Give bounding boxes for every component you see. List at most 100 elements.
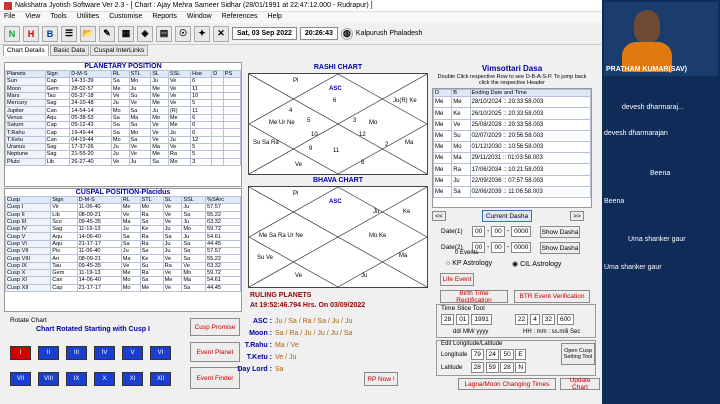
table-row[interactable]: Cusp IV Sag 11-19-13 Ju Ke Ju Mo 59.72 (4, 225, 242, 234)
slice-second[interactable]: 32 (541, 314, 555, 325)
tab-cuspal-interlinks[interactable]: Cuspal InterLinks (90, 45, 149, 56)
lagna-moon-button[interactable]: Lagna/Moon Changing Times (458, 378, 556, 390)
table-row[interactable]: Jupiter Can 14-54-14 Mo Sa Ju (R) 11 (5, 106, 242, 115)
table-row[interactable]: Mercury Sag 24-10-48 Ju Ve Me Ve 5 (5, 99, 242, 108)
slice-day[interactable]: 28 (441, 314, 455, 325)
rotate-cusp-button[interactable]: VII (10, 372, 31, 386)
participant-3[interactable]: Beena (650, 170, 670, 177)
btr-verification-button[interactable]: BTR Event Verification (514, 290, 590, 303)
table-row[interactable]: Cusp I Vir 11-06-40 Me Mo Ve Ju 57.57 (4, 203, 242, 212)
palette-icon[interactable]: ◈ (137, 25, 153, 42)
column-header[interactable]: Sign (44, 69, 71, 79)
menu-item[interactable]: Help (268, 13, 282, 22)
column-header[interactable]: RL (120, 195, 141, 205)
table-row[interactable]: Cusp IX Tau 09-45-35 Ve Su Ra Ve 63.32 (4, 261, 242, 270)
table-row[interactable]: Saturn Cap 05-12-43 Sa Su Ve Me 6 (5, 121, 242, 130)
slice-year[interactable]: 1991 (471, 314, 492, 325)
slice-minute[interactable]: 4 (530, 314, 540, 325)
dasa-row[interactable]: Me Su 02/07/2029 :: 20:56:58.003 (432, 129, 592, 143)
list-icon[interactable]: ☰ (61, 25, 77, 42)
column-header[interactable]: SSL (167, 69, 192, 79)
tab-basic-data[interactable]: Basic Data (49, 45, 90, 56)
dasa-row[interactable]: Me Ra 17/06/2034 :: 10:21:58.003 (432, 163, 592, 176)
dasa-row[interactable]: Me Mo 01/12/2030 :: 10:56:58.003 (432, 141, 592, 154)
update-chart-button[interactable]: Update Chart (560, 377, 600, 391)
dasa-row[interactable]: Me Ve 25/08/2028 :: 20:33:58.003 (432, 118, 592, 131)
column-header[interactable]: D (432, 88, 453, 98)
rp-now-button[interactable]: RP Now ! (364, 372, 398, 386)
column-header[interactable]: PS (222, 69, 242, 79)
close-chart-icon[interactable]: ✕ (213, 25, 229, 42)
edit-icon[interactable]: ✎ (99, 25, 115, 42)
horoscope-icon[interactable]: H (23, 25, 39, 42)
column-header[interactable]: Ending Date and Time (469, 88, 592, 98)
life-event-button[interactable]: Life Event (440, 273, 474, 286)
table-row[interactable]: T.Rahu Cap 19-49-44 Sa Mo Ve Ju 6 (5, 128, 242, 137)
menu-item[interactable]: Window (187, 13, 212, 22)
show-dasha-button-1[interactable]: Show Dasha (540, 226, 580, 238)
table-row[interactable]: Uranus Sag 17-37-26 Ju Ve Ma Ve 5 (5, 142, 242, 152)
current-dasha-button[interactable]: Current Dasha (482, 210, 532, 222)
participant-6[interactable]: Uma shanker gaur (604, 264, 662, 271)
menu-item[interactable]: File (4, 13, 15, 22)
lon-sec[interactable]: 50 (500, 349, 514, 360)
table-row[interactable]: Cusp V Aqu 14-06-40 Sa Ra Sa Ju 54.61 (4, 232, 242, 241)
column-header[interactable]: RL (110, 69, 130, 79)
date1-day[interactable]: 00 (472, 226, 486, 237)
grid-icon[interactable]: ▦ (118, 25, 134, 42)
rotate-cusp-button[interactable]: IX (66, 372, 87, 386)
table-row[interactable]: Mars Tau 05-37-18 Ve Su Me Ve 10 (5, 91, 242, 101)
menu-item[interactable]: Customise (109, 13, 142, 22)
rotate-cusp-button[interactable]: III (66, 346, 87, 360)
column-header[interactable]: D (211, 69, 224, 79)
menu-item[interactable]: Tools (50, 13, 66, 22)
kp-astrology-option[interactable]: ○ KP Astrology (446, 260, 492, 267)
transit-icon[interactable]: ☉ (175, 25, 191, 42)
table-row[interactable]: T.Ketu Can 04-19-44 Mo Sa Ve Ju 12 (5, 135, 242, 144)
column-header[interactable]: B (451, 88, 471, 98)
table-row[interactable]: Moon Gem 28-02-57 Me Ju Me Ve 11 (5, 84, 242, 93)
participant-5[interactable]: Uma shanker gaur (628, 236, 686, 243)
participant-2[interactable]: devesh dharmarajan (604, 130, 668, 137)
date1-year[interactable]: 0000 (510, 226, 532, 237)
cil-astrology-option[interactable]: ◉ CIL Astrology (512, 260, 561, 268)
lat-sec[interactable]: 28 (500, 362, 514, 373)
table-row[interactable]: Cusp X Gem 11-19-13 Me Ra Ve Mo 59.72 (4, 268, 242, 278)
dasa-row[interactable]: Me Ju 22/09/2036 :: 07:57:58.003 (432, 174, 592, 187)
column-header[interactable]: D-M-S (76, 195, 122, 205)
host-video-tile[interactable] (604, 2, 718, 76)
column-header[interactable]: %SArc (204, 195, 242, 205)
table-row[interactable]: Cusp VII Pis 11-06-40 Ju Sa Ju Sa 57.57 (4, 247, 242, 256)
table-row[interactable]: Cusp XI Can 14-06-40 Mo Sa Me Ma 54.61 (4, 276, 242, 285)
stats-icon[interactable]: ▤ (156, 25, 172, 42)
lat-min[interactable]: 59 (485, 362, 499, 373)
column-header[interactable]: SL (162, 195, 183, 205)
table-row[interactable]: Cusp XII Cap 21-17-17 Mo Me Ve Sa 44.45 (4, 283, 242, 292)
rotate-cusp-button[interactable]: XII (150, 372, 171, 386)
new-chart-icon[interactable]: N (4, 25, 20, 42)
column-header[interactable]: SL (150, 69, 169, 79)
menu-item[interactable]: View (25, 13, 40, 22)
column-header[interactable]: STL (139, 195, 164, 205)
lon-deg[interactable]: 79 (470, 349, 484, 360)
current-time[interactable]: 20:26:43 (299, 27, 338, 40)
menu-item[interactable]: Reports (152, 13, 177, 22)
rotate-cusp-button[interactable]: IV (94, 346, 115, 360)
rotate-cusp-button[interactable]: X (94, 372, 115, 386)
current-date[interactable]: Sat, 03 Sep 2022 (232, 27, 297, 40)
bhava-chart[interactable]: ASC Pl Ju Ke Me Sa Ra Ur Ne Mo Ke Su Ve Ma Ve Ju (248, 186, 428, 288)
table-row[interactable]: Cusp VIII Ari 08-09-21 Ma Ke Ve Sa 55.22 (4, 254, 242, 263)
participant-1[interactable]: devesh dharmaraj... (622, 104, 684, 111)
menu-item[interactable]: Utilities (77, 13, 100, 22)
table-row[interactable]: Cusp II Lib 08-09-21 Ve Ra Ve Sa 55.22 (4, 210, 242, 219)
zodiac-icon[interactable]: ✦ (194, 25, 210, 42)
date2-month[interactable]: 00 (491, 242, 505, 253)
slice-month[interactable]: 01 (456, 314, 470, 325)
table-row[interactable]: Venus Aqu 05-38-53 Sa Ma Mo Me 6 (5, 113, 242, 123)
table-row[interactable]: Neptune Sag 21-55-20 Ju Ve Me Ra 5 (5, 150, 242, 159)
rotate-cusp-button[interactable]: I (10, 346, 31, 360)
slice-hour[interactable]: 22 (515, 314, 529, 325)
tab-chart-details[interactable]: Chart Details (3, 45, 49, 56)
lat-deg[interactable]: 28 (470, 362, 484, 373)
lon-dir[interactable]: E (515, 349, 526, 360)
